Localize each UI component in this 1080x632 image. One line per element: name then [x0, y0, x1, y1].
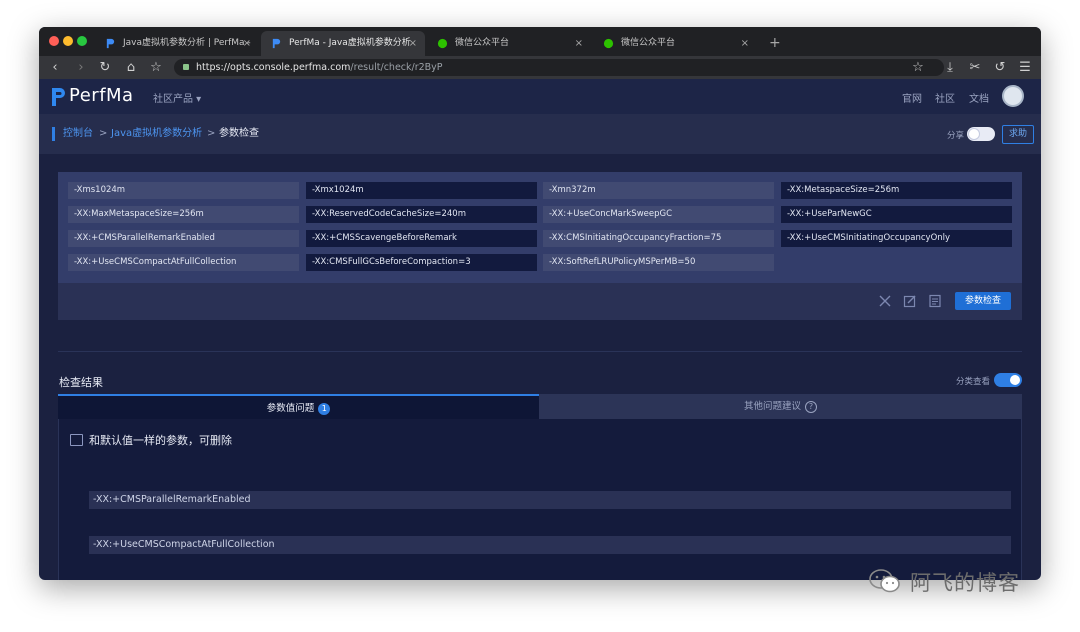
maximize-window-button[interactable] — [77, 36, 87, 46]
result-group-title: 和默认值一样的参数，可删除 — [89, 434, 232, 447]
breadcrumb-separator: > — [207, 128, 216, 139]
tab-param-value-issues[interactable]: 参数值问题 1 — [58, 394, 539, 419]
param-chip: -XX:ReservedCodeCacheSize=240m — [306, 206, 537, 223]
undo-icon[interactable]: ↺ — [991, 56, 1009, 79]
param-chip: -XX:MetaspaceSize=256m — [781, 182, 1012, 199]
breadcrumb-current: 参数检查 — [219, 128, 259, 139]
clear-icon[interactable] — [878, 294, 892, 308]
toggle-knob — [969, 129, 979, 139]
wechat-icon — [603, 38, 614, 49]
app-header: PerfMa 社区产品 ▾ 官网 社区 文档 — [39, 79, 1041, 114]
results-tabs: 参数值问题 1 其他问题建议? — [58, 394, 1022, 419]
browser-tab-2[interactable]: PerfMa - Java虚拟机参数分析 × — [261, 31, 425, 56]
results-title: 检查结果 — [59, 376, 103, 389]
close-tab-icon[interactable]: × — [409, 31, 417, 56]
url-text: https://opts.console.perfma.com/result/c… — [196, 62, 443, 73]
close-tab-icon[interactable]: × — [575, 31, 583, 56]
wechat-watermark-icon — [869, 569, 900, 593]
browser-window: Java虚拟机参数分析 | PerfMa - × PerfMa - Java虚拟… — [39, 27, 1041, 580]
param-check-button[interactable]: 参数检查 — [955, 292, 1011, 310]
sort-by-category-label: 分类查看 — [956, 377, 991, 387]
address-bar[interactable]: https://opts.console.perfma.com/result/c… — [174, 59, 944, 76]
new-tab-button[interactable]: + — [769, 31, 781, 56]
param-chip: -XX:+CMSParallelRemarkEnabled — [68, 230, 299, 247]
share-toggle[interactable] — [967, 127, 995, 141]
param-chip: -XX:SoftRefLRUPolicyMSPerMB=50 — [543, 254, 774, 271]
tab-title: PerfMa - Java虚拟机参数分析 — [289, 38, 411, 48]
param-chip: -Xmn372m — [543, 182, 774, 199]
param-chip: -XX:+UseCMSInitiatingOccupancyOnly — [781, 230, 1012, 247]
back-icon[interactable]: ‹ — [46, 56, 64, 79]
tab-label: 其他问题建议 — [743, 401, 801, 412]
sort-by-category-toggle[interactable] — [994, 373, 1022, 387]
breadcrumb-accent — [52, 127, 55, 141]
perfma-logo-icon — [52, 88, 65, 106]
document-icon — [70, 434, 83, 446]
close-tab-icon[interactable]: × — [243, 31, 251, 56]
param-chip: -Xms1024m — [68, 182, 299, 199]
breadcrumb-separator: > — [99, 128, 108, 139]
edit-icon[interactable] — [903, 294, 917, 308]
perfma-icon — [272, 38, 281, 49]
menu-icon[interactable]: ☰ — [1016, 56, 1034, 79]
params-actions-bar: 参数检查 — [58, 283, 1022, 320]
perfma-icon — [106, 38, 115, 49]
nav-link-docs[interactable]: 文档 — [969, 90, 989, 105]
lock-icon — [183, 64, 189, 70]
param-chip: -XX:+CMSScavengeBeforeRemark — [306, 230, 537, 247]
breadcrumb-jvm-analysis[interactable]: Java虚拟机参数分析 — [111, 127, 202, 141]
avatar[interactable] — [1002, 85, 1024, 107]
results-panel: 和默认值一样的参数，可删除 -XX:+CMSParallelRemarkEnab… — [58, 419, 1022, 580]
issue-count-badge: 1 — [318, 402, 331, 415]
scissors-icon[interactable]: ✂ — [966, 56, 984, 79]
minimize-window-button[interactable] — [63, 36, 73, 46]
close-tab-icon[interactable]: × — [741, 31, 749, 56]
browser-toolbar: ‹ › ↻ ⌂ ☆ https://opts.console.perfma.co… — [39, 56, 1041, 79]
section-divider — [58, 351, 1022, 352]
param-chip: -XX:CMSFullGCsBeforeCompaction=3 — [306, 254, 537, 271]
nav-link-official[interactable]: 官网 — [902, 90, 922, 105]
browser-tab-strip: Java虚拟机参数分析 | PerfMa - × PerfMa - Java虚拟… — [39, 27, 1041, 56]
tab-label: 参数值问题 — [266, 403, 315, 414]
bookmark-star-icon[interactable]: ☆ — [147, 56, 165, 79]
logo-text: PerfMa — [69, 85, 134, 106]
param-chip: -XX:+UseCMSCompactAtFullCollection — [68, 254, 299, 271]
share-label: 分享 — [947, 131, 965, 141]
home-icon[interactable]: ⌂ — [122, 56, 140, 79]
browser-tab-1[interactable]: Java虚拟机参数分析 | PerfMa - × — [95, 31, 259, 56]
help-button[interactable]: 求助 — [1002, 125, 1034, 144]
tab-title: Java虚拟机参数分析 | PerfMa - — [123, 38, 251, 48]
param-chip: -XX:CMSInitiatingOccupancyFraction=75 — [543, 230, 774, 247]
tab-other-suggestions[interactable]: 其他问题建议? — [539, 394, 1022, 419]
tab-title: 微信公众平台 — [455, 38, 510, 48]
param-chip: -XX:+UseConcMarkSweepGC — [543, 206, 774, 223]
wechat-icon — [437, 38, 448, 49]
result-row: -XX:+UseCMSCompactAtFullCollection — [89, 536, 1011, 554]
result-row: -XX:+CMSParallelRemarkEnabled — [89, 491, 1011, 509]
toggle-knob — [1010, 375, 1020, 385]
star-icon[interactable]: ☆ — [909, 56, 927, 79]
breadcrumb-console[interactable]: 控制台 — [63, 127, 93, 141]
param-chip: -Xmx1024m — [306, 182, 537, 199]
help-icon[interactable]: ? — [805, 400, 817, 413]
reload-icon[interactable]: ↻ — [96, 56, 114, 79]
param-chip: -XX:+UseParNewGC — [781, 206, 1012, 223]
nav-link-community[interactable]: 社区 — [935, 90, 955, 105]
breadcrumb: 控制台 > Java虚拟机参数分析 > 参数检查 分享 求助 — [39, 114, 1041, 154]
param-chip: -XX:MaxMetaspaceSize=256m — [68, 206, 299, 223]
forward-icon[interactable]: › — [72, 56, 90, 79]
file-icon[interactable] — [928, 294, 942, 308]
browser-tab-4[interactable]: 微信公众平台 × — [593, 31, 757, 56]
browser-tab-3[interactable]: 微信公众平台 × — [427, 31, 591, 56]
close-window-button[interactable] — [49, 36, 59, 46]
community-products-menu[interactable]: 社区产品 ▾ — [153, 90, 201, 105]
download-icon[interactable]: ⤓ — [941, 56, 959, 79]
watermark-text: 阿飞的博客 — [910, 571, 1020, 595]
tab-title: 微信公众平台 — [621, 38, 676, 48]
